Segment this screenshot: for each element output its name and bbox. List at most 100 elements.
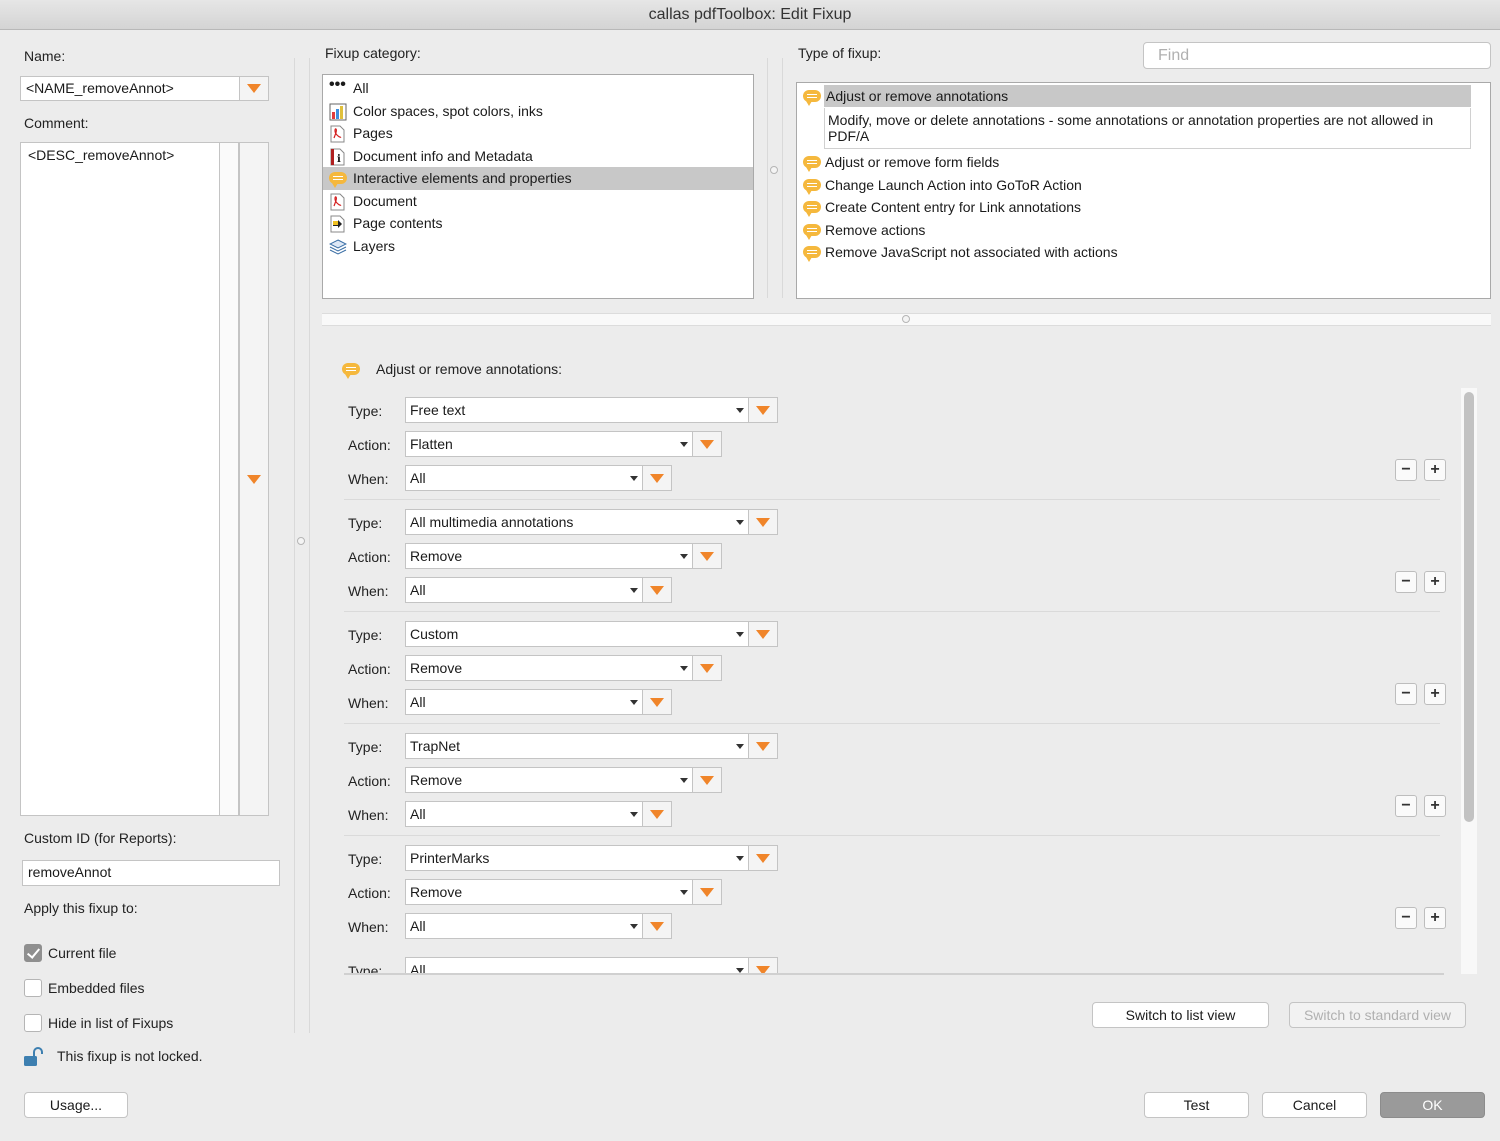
left-split-handle[interactable] [297, 537, 305, 545]
when-select[interactable]: All [405, 577, 643, 603]
switch-to-list-view-button[interactable]: Switch to list view [1092, 1002, 1269, 1028]
category-item-document-info[interactable]: i Document info and Metadata [323, 145, 753, 168]
ok-button[interactable]: OK [1380, 1092, 1485, 1118]
action-preset-button[interactable] [692, 655, 722, 681]
remove-rule-button[interactable]: − [1395, 683, 1417, 705]
checkbox-hide-in-list[interactable]: Hide in list of Fixups [24, 1014, 173, 1032]
add-rule-button[interactable]: + [1424, 459, 1446, 481]
when-preset-button[interactable] [642, 577, 672, 603]
fixup-item[interactable]: Remove actions [797, 219, 1477, 242]
action-select[interactable]: Remove [405, 655, 693, 681]
checkbox-embedded-files[interactable]: Embedded files [24, 979, 145, 997]
detail-groups-area: Type: Free text Action: Flatten When: Al… [330, 388, 1450, 974]
action-select[interactable]: Remove [405, 879, 693, 905]
comment-scrollbar[interactable] [219, 142, 239, 816]
type-select[interactable]: PrinterMarks [405, 845, 749, 871]
type-select[interactable]: Custom [405, 621, 749, 647]
dropdown-triangle-icon [650, 809, 664, 819]
type-preset-button[interactable] [748, 733, 778, 759]
when-select[interactable]: All [405, 465, 643, 491]
remove-rule-button[interactable]: − [1395, 571, 1417, 593]
fixup-item[interactable]: Change Launch Action into GoToR Action [797, 174, 1477, 197]
fixup-item-selected[interactable]: Adjust or remove annotations Modify, mov… [797, 83, 1477, 151]
mid-split-handle[interactable] [770, 166, 778, 174]
annotation-icon [803, 156, 821, 172]
when-select[interactable]: All [405, 801, 643, 827]
when-select[interactable]: All [405, 689, 643, 715]
horizontal-split-handle[interactable] [902, 315, 910, 323]
when-select[interactable]: All [405, 913, 643, 939]
name-preset-button[interactable] [239, 76, 269, 101]
add-rule-button[interactable]: + [1424, 795, 1446, 817]
lock-icon[interactable] [22, 1046, 44, 1071]
chevron-down-icon [630, 476, 638, 481]
fixup-item-description: Modify, move or delete annotations - som… [824, 108, 1471, 149]
category-item-color-spaces[interactable]: Color spaces, spot colors, inks [323, 100, 753, 123]
type-preset-button[interactable] [748, 621, 778, 647]
type-preset-button[interactable] [748, 957, 778, 974]
test-button[interactable]: Test [1144, 1092, 1249, 1118]
comment-textarea[interactable]: <DESC_removeAnnot> [20, 142, 220, 816]
add-rule-button[interactable]: + [1424, 907, 1446, 929]
find-input[interactable]: Find [1143, 42, 1491, 69]
action-preset-button[interactable] [692, 543, 722, 569]
dropdown-triangle-icon [700, 663, 714, 673]
add-rule-button[interactable]: + [1424, 683, 1446, 705]
usage-button[interactable]: Usage... [24, 1092, 128, 1118]
when-preset-button[interactable] [642, 801, 672, 827]
fixup-type-list[interactable]: Adjust or remove annotations Modify, mov… [796, 82, 1491, 299]
category-item-document[interactable]: Document [323, 190, 753, 213]
custom-id-input[interactable]: removeAnnot [22, 860, 280, 886]
type-select[interactable]: TrapNet [405, 733, 749, 759]
type-select[interactable]: All multimedia annotations [405, 509, 749, 535]
when-preset-button[interactable] [642, 689, 672, 715]
type-preset-button[interactable] [748, 397, 778, 423]
category-item-all[interactable]: ••• All [323, 77, 753, 100]
category-item-layers[interactable]: Layers [323, 235, 753, 258]
cancel-button[interactable]: Cancel [1262, 1092, 1367, 1118]
fixup-item[interactable]: Remove JavaScript not associated with ac… [797, 241, 1477, 264]
detail-scrollbar[interactable] [1461, 388, 1477, 974]
svg-text:i: i [337, 154, 341, 165]
action-select[interactable]: Remove [405, 767, 693, 793]
remove-rule-button[interactable]: − [1395, 907, 1417, 929]
action-label: Action: [348, 549, 391, 565]
category-item-pages[interactable]: Pages [323, 122, 753, 145]
category-item-page-contents[interactable]: Page contents [323, 212, 753, 235]
when-label: When: [348, 471, 389, 487]
dropdown-triangle-icon [650, 585, 664, 595]
action-preset-button[interactable] [692, 431, 722, 457]
action-preset-button[interactable] [692, 879, 722, 905]
action-select[interactable]: Flatten [405, 431, 693, 457]
checkbox-current-file[interactable]: Current file [24, 944, 116, 962]
when-preset-button[interactable] [642, 913, 672, 939]
type-select[interactable]: Free text [405, 397, 749, 423]
checkbox-box[interactable] [24, 979, 42, 997]
action-select[interactable]: Remove [405, 543, 693, 569]
add-rule-button[interactable]: + [1424, 571, 1446, 593]
checkbox-box[interactable] [24, 1014, 42, 1032]
action-preset-button[interactable] [692, 767, 722, 793]
remove-rule-button[interactable]: − [1395, 459, 1417, 481]
type-preset-button[interactable] [748, 845, 778, 871]
when-preset-button[interactable] [642, 465, 672, 491]
fixup-item[interactable]: Create Content entry for Link annotation… [797, 196, 1477, 219]
comment-preset-button[interactable] [239, 142, 269, 816]
category-item-label: All [353, 80, 369, 96]
fixup-category-list[interactable]: ••• All Color spaces, spot colors, inks … [322, 74, 754, 299]
mid-divider [767, 58, 768, 298]
fixup-item[interactable]: Adjust or remove form fields [797, 151, 1477, 174]
switch-to-standard-view-button[interactable]: Switch to standard view [1289, 1002, 1466, 1028]
checkbox-box[interactable] [24, 944, 42, 962]
fixup-item-label: Adjust or remove form fields [825, 154, 1000, 170]
category-item-interactive[interactable]: Interactive elements and properties [323, 167, 753, 190]
category-item-label: Document info and Metadata [353, 147, 533, 164]
type-select[interactable]: All [405, 957, 749, 974]
when-select-value: All [410, 694, 426, 710]
scrollbar-thumb[interactable] [1464, 392, 1474, 822]
remove-rule-button[interactable]: − [1395, 795, 1417, 817]
type-preset-button[interactable] [748, 509, 778, 535]
name-input[interactable]: <NAME_removeAnnot> [20, 76, 240, 101]
type-select-value: Custom [410, 626, 459, 642]
dropdown-triangle-icon [700, 775, 714, 785]
